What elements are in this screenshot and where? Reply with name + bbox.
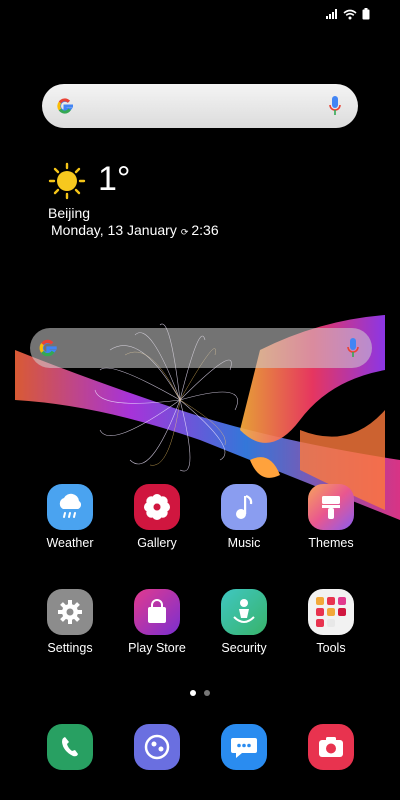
page-dot-active[interactable] (190, 690, 196, 696)
dock-camera[interactable] (291, 724, 371, 770)
flower-icon (134, 484, 180, 530)
app-label: Weather (46, 536, 94, 550)
app-tools[interactable]: Tools (291, 589, 371, 655)
app-label: Gallery (137, 536, 177, 550)
phone-icon (47, 724, 93, 770)
dock-chat[interactable] (204, 724, 284, 770)
dock-messages[interactable] (117, 724, 197, 770)
shopping-bag-icon (134, 589, 180, 635)
app-play-store[interactable]: Play Store (117, 589, 197, 655)
temperature: 1° (98, 160, 131, 198)
app-label: Play Store (128, 641, 186, 655)
app-themes[interactable]: Themes (291, 484, 371, 550)
folder-icon (308, 589, 354, 635)
google-logo-icon (57, 98, 73, 114)
app-label: Settings (47, 641, 93, 655)
paintbrush-icon (308, 484, 354, 530)
battery-icon (362, 8, 370, 20)
page-indicator (190, 690, 210, 696)
app-label: Music (227, 536, 261, 550)
app-security[interactable]: Security (204, 589, 284, 655)
refresh-icon: ⟳ (180, 227, 189, 237)
app-gallery[interactable]: Gallery (117, 484, 197, 550)
microphone-icon[interactable] (328, 95, 342, 117)
signal-icon (326, 9, 337, 19)
dock-phone[interactable] (30, 724, 110, 770)
page-dot[interactable] (204, 690, 210, 696)
cloud-rain-icon (47, 484, 93, 530)
app-label: Themes (308, 536, 354, 550)
date-time: Monday, 13 January ⟳ 2:36 (51, 222, 219, 238)
wifi-icon (343, 9, 357, 19)
message-icon (221, 724, 267, 770)
chat-bubble-icon (134, 724, 180, 770)
status-bar (326, 8, 370, 20)
camera-icon (308, 724, 354, 770)
app-weather[interactable]: Weather (30, 484, 110, 550)
sun-icon (48, 162, 86, 200)
city-name: Beijing (48, 205, 91, 221)
gear-icon (47, 589, 93, 635)
app-music[interactable]: Music (204, 484, 284, 550)
google-search-bar[interactable] (42, 84, 358, 128)
google-search-widget[interactable] (30, 328, 372, 368)
app-label: Security (221, 641, 267, 655)
person-shield-icon (221, 589, 267, 635)
google-logo-icon (39, 339, 57, 357)
music-note-icon (221, 484, 267, 530)
time-text: 2:36 (191, 222, 219, 238)
date-text: Monday, 13 January (51, 222, 177, 238)
microphone-icon[interactable] (346, 337, 360, 359)
app-label: Tools (316, 641, 346, 655)
app-settings[interactable]: Settings (30, 589, 110, 655)
